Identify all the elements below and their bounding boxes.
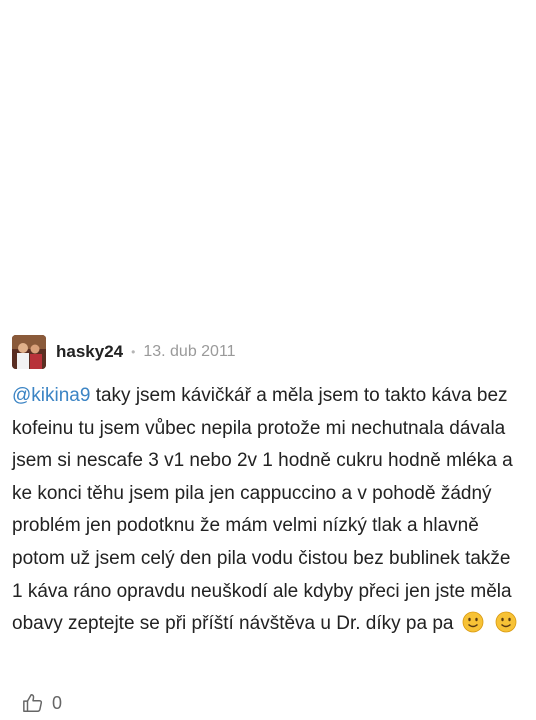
comment-divider <box>0 292 536 314</box>
avatar[interactable] <box>12 6 48 42</box>
like-count: 0 <box>52 692 63 713</box>
separator-dot: • <box>131 345 136 359</box>
like-button[interactable]: 0 <box>22 692 62 714</box>
comment-header: permonik7 • 13. dub 2011 <box>12 6 256 42</box>
comment-header: hasky24 • 13. dub 2011 <box>12 334 236 370</box>
separator-dot: • <box>151 17 157 31</box>
cartoon-avatar-icon <box>19 11 41 41</box>
post-date: 13. dub 2011 <box>143 343 236 360</box>
winking-face-emoji <box>226 193 248 227</box>
comment-text: @kikina9 taky jsem kávičkář a měla jsem … <box>12 380 520 645</box>
smiling-face-emoji <box>462 611 484 645</box>
thumbs-up-icon[interactable] <box>22 692 44 714</box>
comment-1: permonik7 • 13. dub 2011 Já teda chuť ne… <box>0 0 536 292</box>
user-photo-icon <box>12 335 46 369</box>
grinning-face-emoji <box>493 124 515 158</box>
text-part: Já teda chuť neměla vůbec a když už, tak… <box>12 61 494 148</box>
text-part: taky jsem kávičkář a měla jsem to takto … <box>12 385 513 635</box>
post-date: 13. dub 2011 <box>164 15 257 32</box>
smiling-face-emoji <box>495 611 517 645</box>
like-count: 1 <box>52 266 63 287</box>
username[interactable]: permonik7 <box>58 14 144 34</box>
thumbs-up-icon[interactable] <box>22 266 44 288</box>
user-mention-link[interactable]: @kikina9 <box>12 385 90 406</box>
comment-text: Já teda chuť neměla vůbec a když už, tak… <box>12 56 520 264</box>
username[interactable]: hasky24 <box>56 342 123 362</box>
dizzy-face-emoji <box>55 230 77 264</box>
avatar[interactable] <box>12 335 46 369</box>
like-button[interactable]: 1 <box>22 266 62 288</box>
